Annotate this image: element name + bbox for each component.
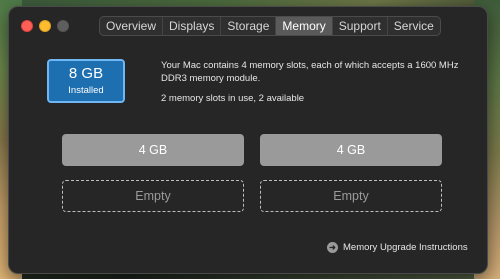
zoom-window-button[interactable] — [57, 20, 69, 32]
title-bar: Overview Displays Storage Memory Support… — [9, 7, 487, 45]
memory-slots-status: 2 memory slots in use, 2 available — [161, 93, 305, 104]
minimize-window-button[interactable] — [39, 20, 51, 32]
memory-description: Your Mac contains 4 memory slots, each o… — [161, 60, 459, 84]
tab-displays[interactable]: Displays — [163, 17, 222, 35]
installed-memory-badge: 8 GB Installed — [47, 59, 125, 103]
close-window-button[interactable] — [21, 20, 33, 32]
memory-slot-3: Empty — [62, 180, 244, 212]
memory-slot-1: 4 GB — [62, 134, 244, 166]
memory-upgrade-link[interactable]: ➜ Memory Upgrade Instructions — [327, 242, 468, 253]
tab-support[interactable]: Support — [333, 17, 388, 35]
tab-service[interactable]: Service — [388, 17, 440, 35]
memory-capacity-value: 8 GB — [68, 65, 104, 82]
memory-upgrade-label: Memory Upgrade Instructions — [343, 242, 468, 253]
tab-bar: Overview Displays Storage Memory Support… — [99, 16, 441, 36]
about-this-mac-window: Overview Displays Storage Memory Support… — [8, 6, 488, 274]
tab-overview[interactable]: Overview — [100, 17, 164, 35]
memory-capacity-label: Installed — [68, 85, 104, 96]
tab-storage[interactable]: Storage — [221, 17, 277, 35]
memory-slot-2: 4 GB — [260, 134, 442, 166]
arrow-right-circle-icon: ➜ — [327, 242, 338, 253]
tab-memory[interactable]: Memory — [276, 17, 333, 35]
memory-slot-4: Empty — [260, 180, 442, 212]
